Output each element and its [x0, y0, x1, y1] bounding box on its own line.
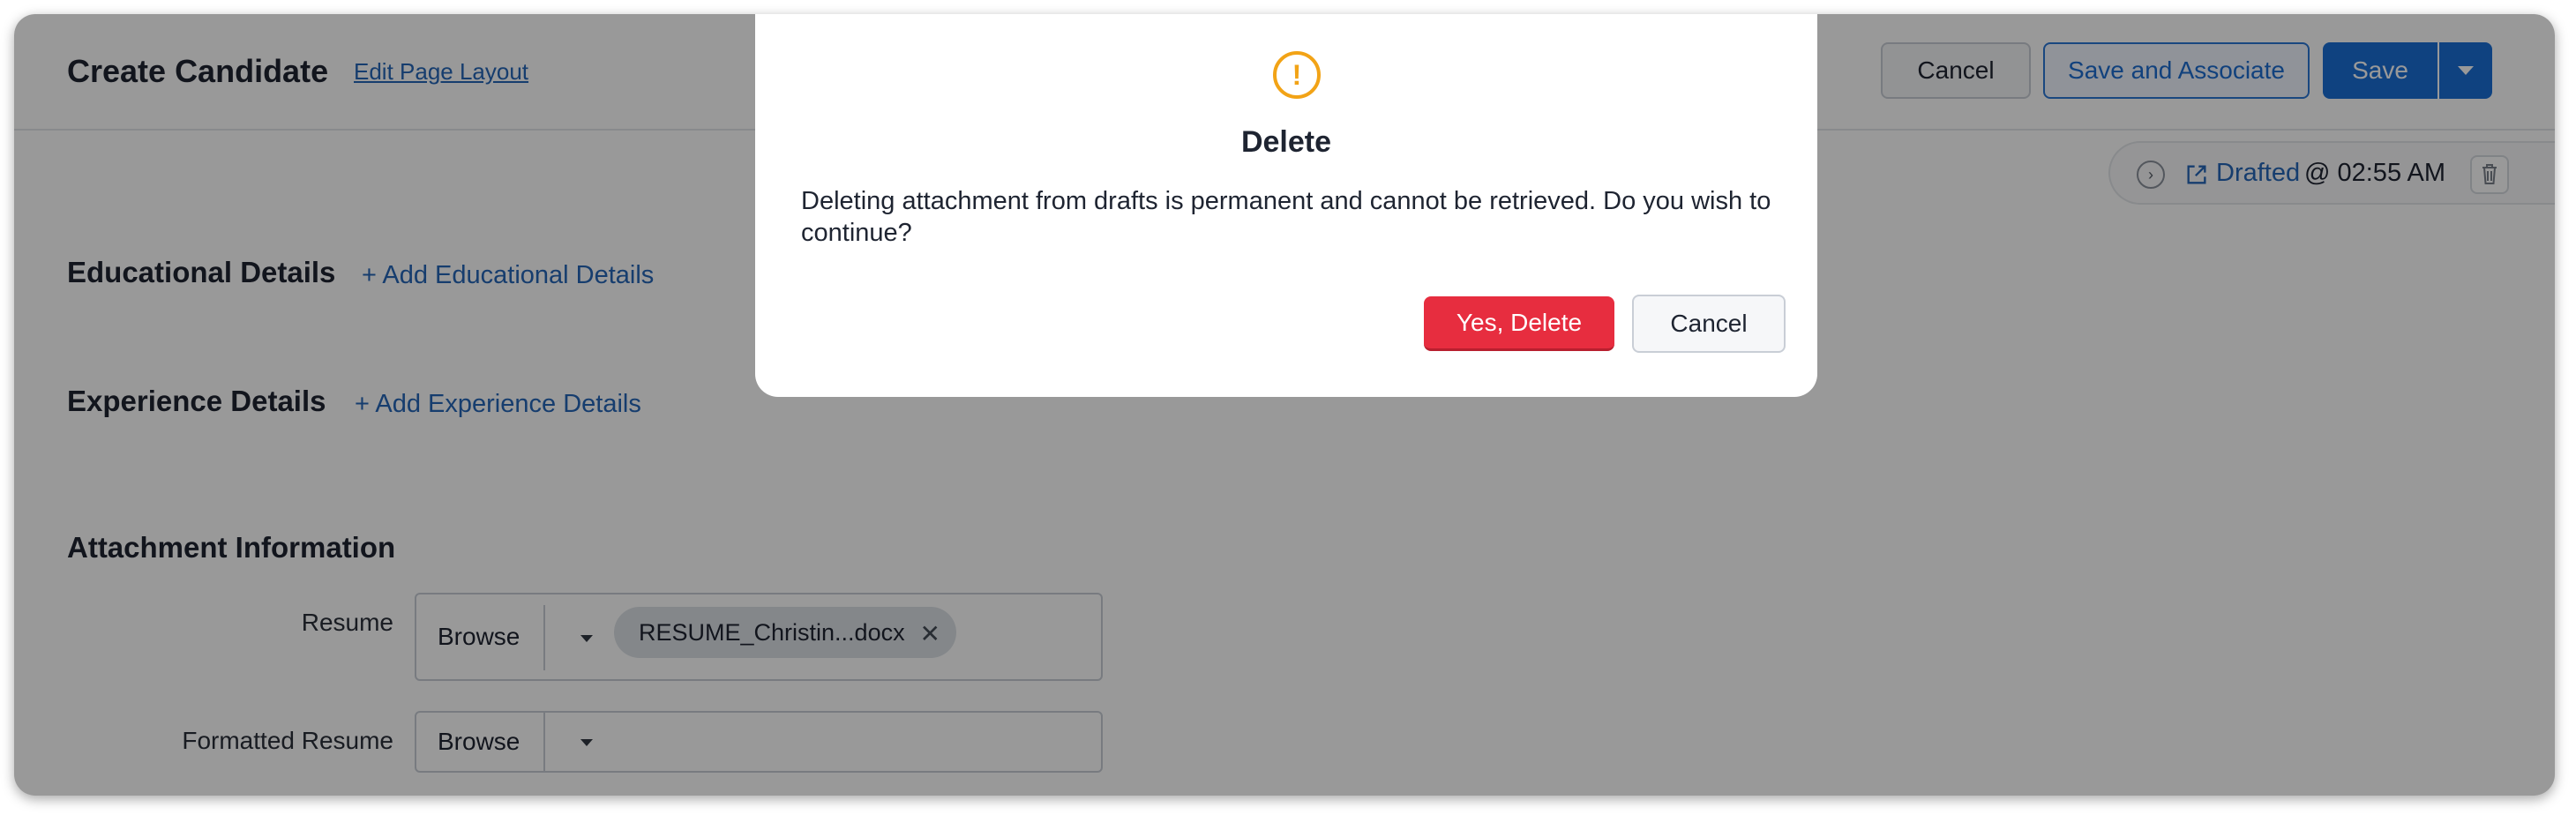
dialog-message: Deleting attachment from drafts is perma… — [801, 187, 1771, 247]
dialog-cancel-button[interactable]: Cancel — [1632, 295, 1786, 353]
confirm-delete-button[interactable]: Yes, Delete — [1424, 296, 1614, 351]
app-window: Create Candidate Edit Page Layout Cancel… — [14, 14, 2555, 796]
dialog-title: Delete — [1240, 125, 1332, 159]
delete-confirmation-dialog: ! Delete Deleting attachment from drafts… — [755, 14, 1817, 397]
warning-icon: ! — [1273, 51, 1321, 99]
